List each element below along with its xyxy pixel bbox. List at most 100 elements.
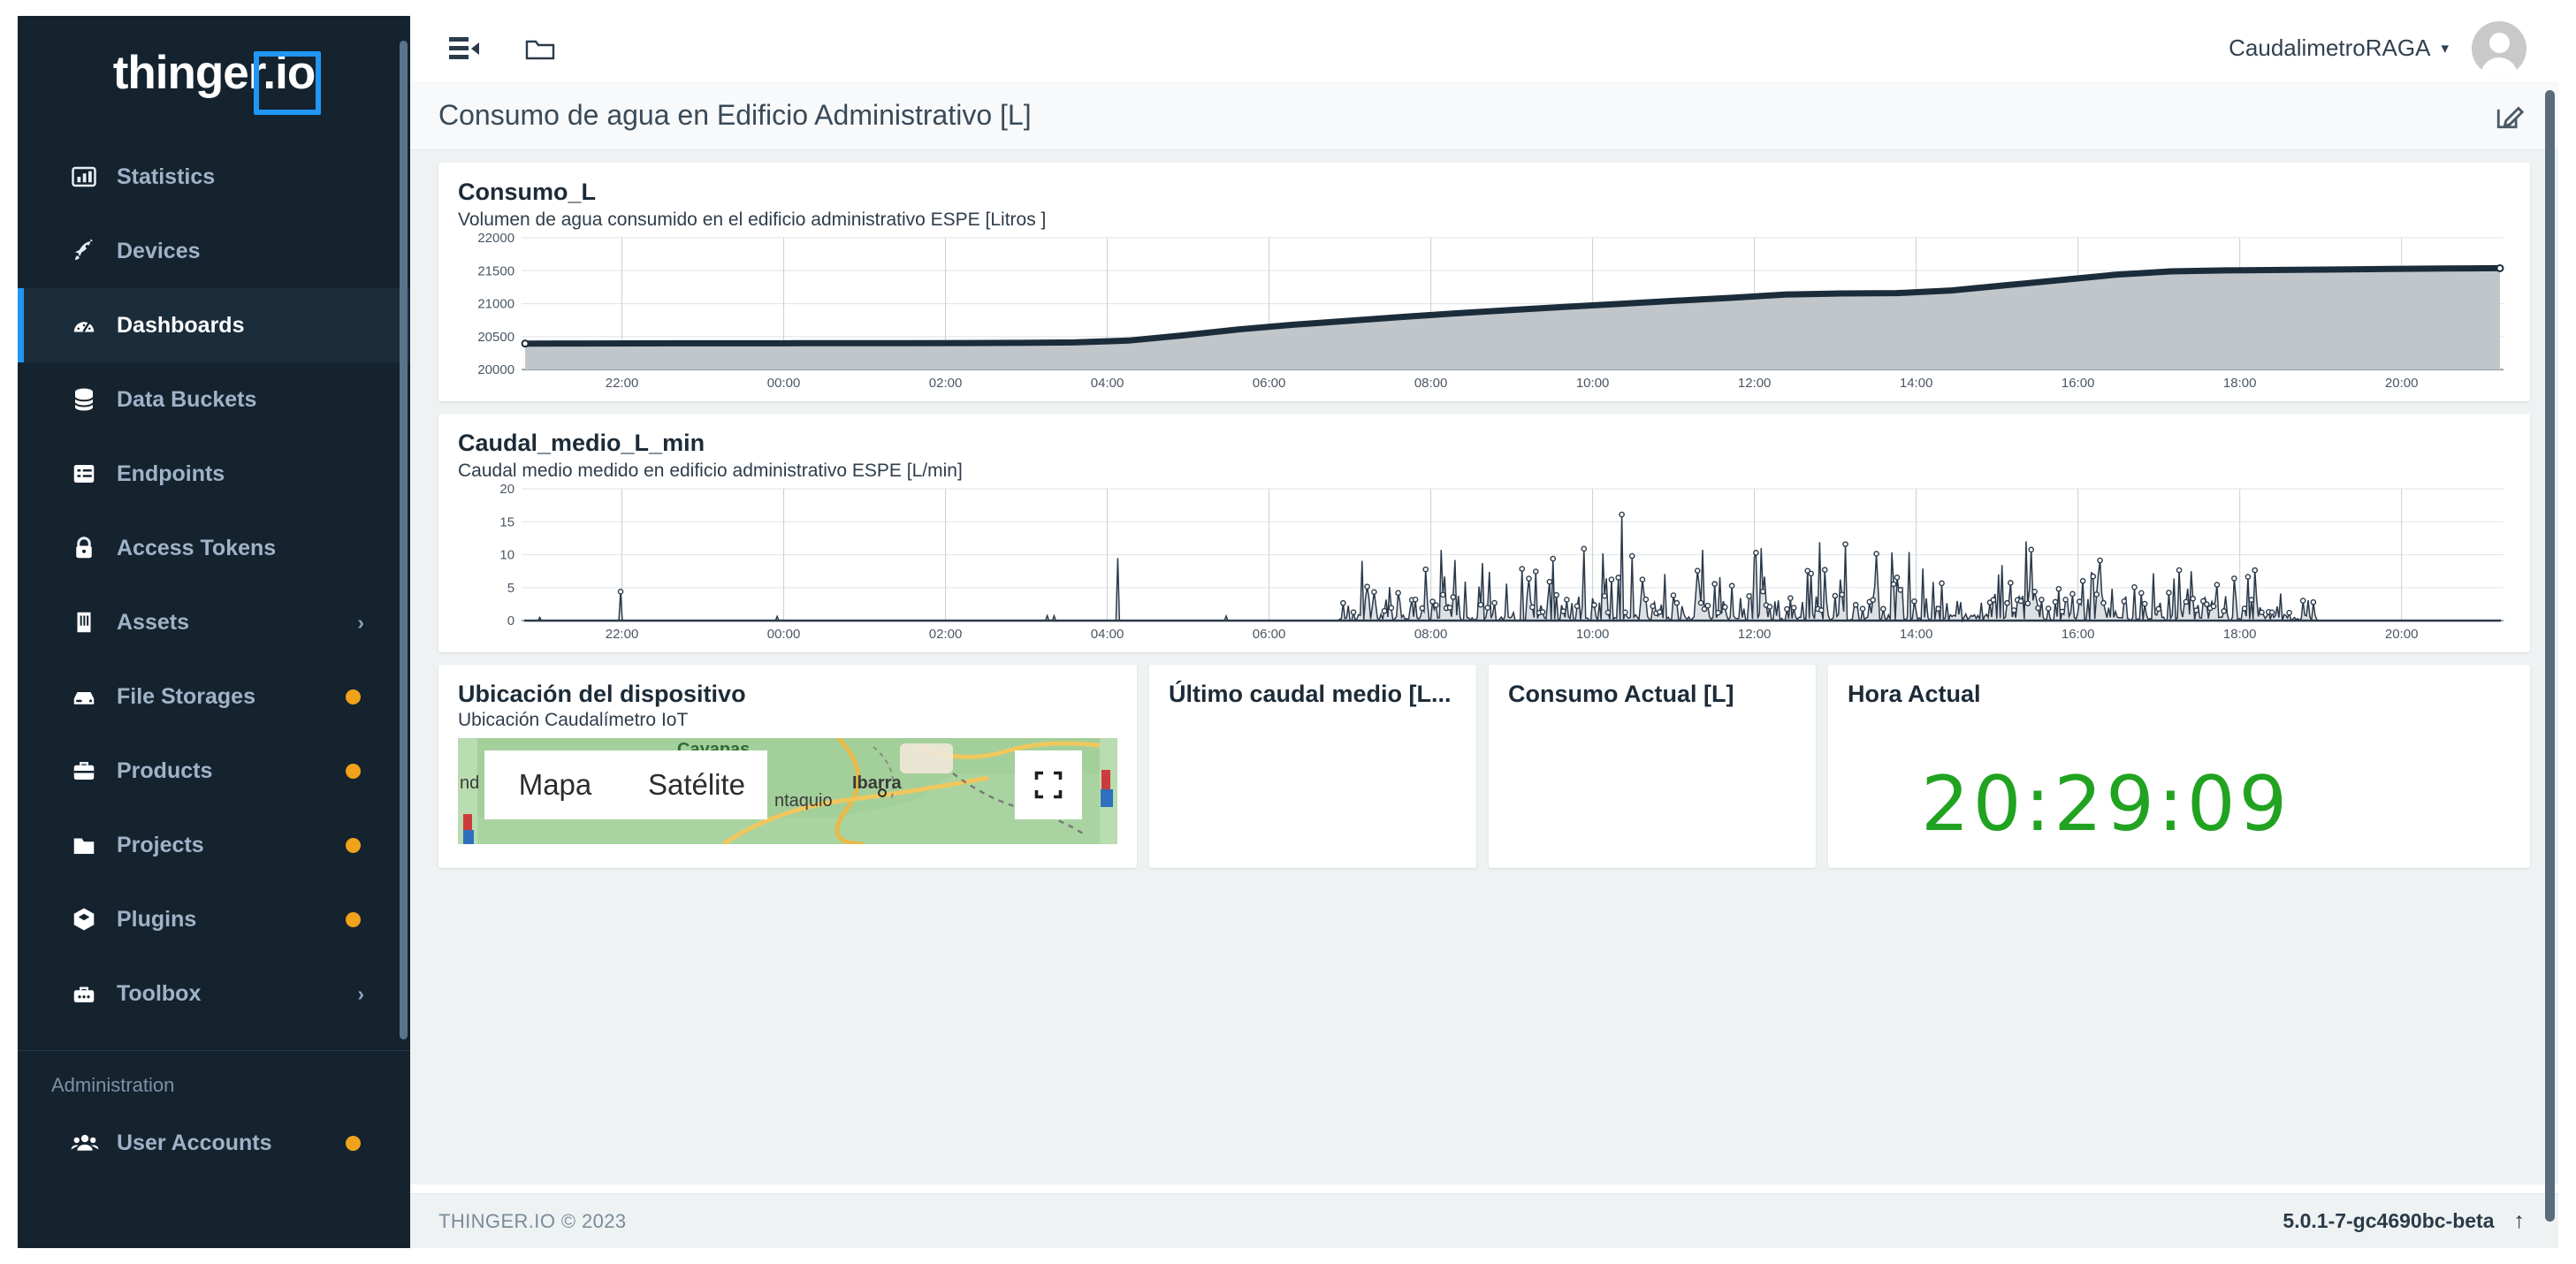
chevron-down-icon[interactable]: ▾ — [2441, 40, 2449, 57]
chart-bar-icon — [71, 164, 117, 190]
map-type-satelite-button[interactable]: Satélite — [626, 750, 767, 819]
building-icon — [71, 609, 117, 636]
sidebar-item-statistics[interactable]: Statistics — [18, 140, 410, 214]
svg-text:0: 0 — [507, 613, 514, 628]
briefcase-icon — [71, 758, 117, 784]
chart1-plot-area[interactable]: 200002050021000215002200022:0000:0002:00… — [458, 232, 2511, 396]
svg-text:20: 20 — [499, 484, 514, 497]
sidebar-item-label: Toolbox — [117, 981, 357, 1007]
svg-text:14:00: 14:00 — [1900, 627, 1933, 642]
lock-icon — [71, 535, 117, 561]
edit-pencil-icon[interactable] — [2495, 101, 2525, 131]
brand-name: thinger.io — [113, 47, 316, 99]
sidebar-item-dashboards[interactable]: Dashboards — [18, 288, 410, 362]
svg-text:5: 5 — [507, 581, 514, 596]
list-alt-icon — [71, 461, 117, 487]
rocket-icon — [71, 238, 117, 264]
fullscreen-icon[interactable] — [1015, 750, 1082, 819]
footer: THINGER.IO © 2023 5.0.1-7-gc4690bc-beta … — [410, 1193, 2558, 1248]
notification-dot — [346, 689, 361, 704]
svg-text:20:00: 20:00 — [2385, 627, 2419, 642]
chevron-right-icon: › — [357, 982, 364, 1006]
sidebar-item-label: Products — [117, 758, 346, 784]
sidebar-item-access-tokens[interactable]: Access Tokens — [18, 511, 410, 585]
widget-row: Ubicación del dispositivo Ubicación Caud… — [438, 665, 2530, 868]
chart2-subtitle: Caudal medio medido en edificio administ… — [458, 461, 2511, 482]
widget-ultimo-caudal: Último caudal medio [L... — [1149, 665, 1476, 868]
sidebar-section-administration: Administration — [18, 1051, 410, 1106]
location-widget-title: Ubicación del dispositivo — [458, 681, 1117, 708]
plugin-cube-icon — [71, 906, 117, 933]
folder-icon — [71, 832, 117, 858]
dashboard-header: Consumo de agua en Edificio Administrati… — [410, 81, 2558, 150]
app-root: thinger.io Statistics DevicesDashboardsDa… — [0, 0, 2576, 1264]
sidebar-item-endpoints[interactable]: Endpoints — [18, 437, 410, 511]
footer-copyright: THINGER.IO © 2023 — [438, 1210, 627, 1233]
svg-text:15: 15 — [499, 514, 514, 529]
sidebar-item-plugins[interactable]: Plugins — [18, 882, 410, 956]
page-title: Consumo de agua en Edificio Administrati… — [438, 99, 1032, 132]
brand-logo[interactable]: thinger.io — [18, 16, 410, 129]
sidebar: thinger.io Statistics DevicesDashboardsDa… — [18, 16, 410, 1248]
main-panel: CaudalimetroRAGA ▾ Consumo de agua en Ed… — [410, 16, 2558, 1248]
sidebar-item-toolbox[interactable]: Toolbox› — [18, 956, 410, 1031]
main-scrollbar[interactable] — [2545, 90, 2555, 1222]
svg-text:00:00: 00:00 — [767, 627, 801, 642]
widget-caudal-medio: Caudal_medio_L_min Caudal medio medido e… — [438, 414, 2530, 652]
user-menu-label[interactable]: CaudalimetroRAGA — [2229, 34, 2430, 62]
sidebar-item-label: Access Tokens — [117, 536, 410, 561]
sidebar-nav: Statistics DevicesDashboardsData BucketsE… — [18, 129, 410, 1031]
widget-consumo-l: Consumo_L Volumen de agua consumido en e… — [438, 163, 2530, 401]
sidebar-item-label: Assets — [117, 610, 357, 636]
sidebar-nav-admin: User Accounts — [18, 1106, 410, 1180]
map-type-mapa-button[interactable]: Mapa — [484, 750, 626, 819]
sidebar-scrollbar[interactable] — [400, 41, 408, 1039]
svg-text:12:00: 12:00 — [1738, 627, 1772, 642]
sidebar-item-label: Plugins — [117, 907, 346, 933]
gauge-icon — [71, 312, 117, 339]
sidebar-item-projects[interactable]: Projects — [18, 808, 410, 882]
sidebar-item-devices[interactable]: Devices — [18, 214, 410, 288]
widget-hora-actual: Hora Actual 20:29:09 — [1828, 665, 2530, 868]
notification-dot — [346, 1136, 361, 1151]
sidebar-item-label: Statistics — [117, 164, 410, 190]
map-canvas[interactable]: Cayapas Ibarra ntaquio nd Mapa Satélite — [458, 738, 1117, 844]
sidebar-item-label: Projects — [117, 833, 346, 858]
svg-text:10: 10 — [499, 548, 514, 563]
current-time-value: 20:29:09 — [1921, 760, 2290, 849]
sidebar-item-file-storages[interactable]: File Storages — [18, 659, 410, 734]
brand-text-wrap: thinger.io — [113, 46, 316, 100]
footer-version: 5.0.1-7-gc4690bc-beta — [2283, 1209, 2494, 1233]
map-label-ibarra: Ibarra — [852, 773, 902, 794]
avatar[interactable] — [2472, 21, 2526, 76]
chart2-title: Caudal_medio_L_min — [458, 430, 2511, 457]
map-label-ntaquio: ntaquio — [774, 791, 833, 811]
arrow-up-icon[interactable]: ↑ — [2514, 1208, 2526, 1234]
widget-ubicacion: Ubicación del dispositivo Ubicación Caud… — [438, 665, 1137, 868]
hdd-icon — [71, 683, 117, 710]
svg-text:04:00: 04:00 — [1091, 627, 1124, 642]
menu-collapse-icon[interactable] — [437, 27, 492, 71]
sidebar-item-data-buckets[interactable]: Data Buckets — [18, 362, 410, 437]
current-consumption-widget-title: Consumo Actual [L] — [1508, 681, 1796, 708]
location-widget-subtitle: Ubicación Caudalímetro IoT — [458, 710, 1117, 731]
svg-text:18:00: 18:00 — [2223, 627, 2257, 642]
last-flow-widget-title: Último caudal medio [L... — [1169, 681, 1457, 708]
sidebar-item-assets[interactable]: Assets› — [18, 585, 410, 659]
sidebar-item-products[interactable]: Products — [18, 734, 410, 808]
svg-text:10:00: 10:00 — [1576, 627, 1610, 642]
notification-dot — [346, 912, 361, 927]
svg-text:08:00: 08:00 — [1414, 627, 1448, 642]
chart2-plot-area[interactable]: 0510152022:0000:0002:0004:0006:0008:0010… — [458, 484, 2511, 647]
dashboard-content: Consumo_L Volumen de agua consumido en e… — [410, 150, 2558, 1184]
notification-dot — [346, 764, 361, 779]
sidebar-item-user-accounts[interactable]: User Accounts — [18, 1106, 410, 1180]
svg-text:22:00: 22:00 — [606, 627, 639, 642]
database-icon — [71, 386, 117, 413]
current-time-widget-title: Hora Actual — [1848, 681, 2511, 708]
svg-text:06:00: 06:00 — [1253, 627, 1286, 642]
chart1-title: Consumo_L — [458, 179, 2511, 206]
folder-icon[interactable] — [513, 27, 568, 71]
users-icon — [71, 1130, 117, 1156]
notification-dot — [346, 838, 361, 853]
